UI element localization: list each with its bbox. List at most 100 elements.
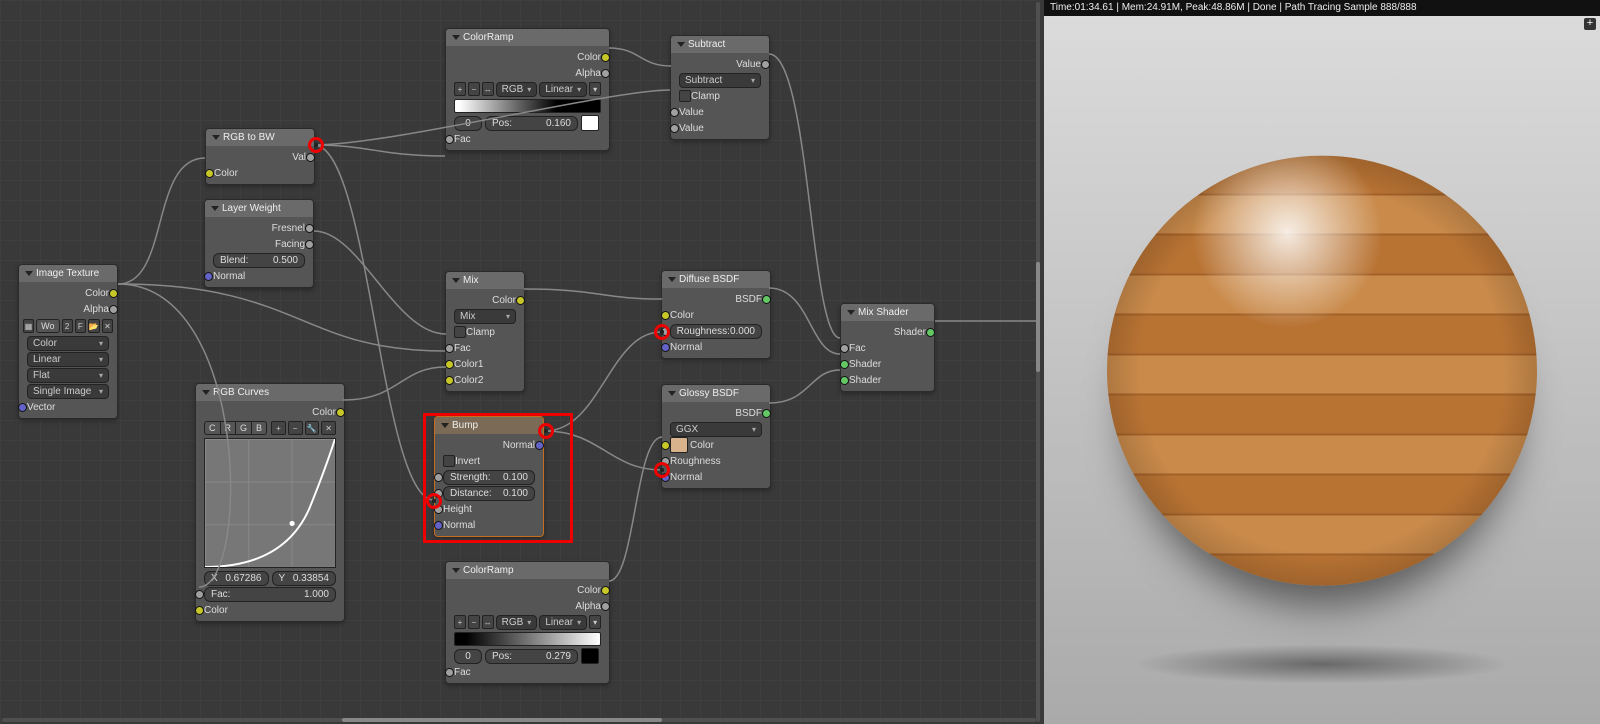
node-header[interactable]: Image Texture: [19, 265, 117, 282]
socket-in[interactable]: [670, 108, 679, 117]
source-dropdown[interactable]: Single Image: [27, 384, 109, 399]
tab-r[interactable]: R: [220, 421, 236, 435]
socket-in[interactable]: [445, 135, 454, 144]
node-header[interactable]: Mix: [446, 272, 524, 289]
socket-out[interactable]: [336, 408, 345, 417]
node-header[interactable]: RGB to BW: [206, 129, 314, 146]
flip-icon[interactable]: ↔: [482, 615, 494, 629]
socket-out[interactable]: [305, 224, 314, 233]
node-header[interactable]: ColorRamp: [446, 29, 609, 46]
node-rgb-curves[interactable]: RGB Curves Color C R G B + − 🔧 ✕ X0.6: [195, 383, 345, 622]
interp-dropdown[interactable]: Linear: [539, 615, 587, 630]
socket-in[interactable]: [195, 606, 204, 615]
socket-out[interactable]: [601, 586, 610, 595]
node-header[interactable]: RGB Curves: [196, 384, 344, 401]
roughness-field[interactable]: Roughness:0.000: [670, 324, 762, 339]
remove-stop-icon[interactable]: −: [468, 615, 480, 629]
socket-in[interactable]: [661, 311, 670, 320]
socket-out[interactable]: [109, 289, 118, 298]
blend-dropdown[interactable]: Mix: [454, 309, 516, 324]
curve-y-field[interactable]: Y0.33854: [272, 571, 337, 586]
socket-in[interactable]: [670, 124, 679, 133]
socket-in[interactable]: [205, 169, 214, 178]
unlink-icon[interactable]: ✕: [102, 319, 113, 333]
zoom-out-icon[interactable]: −: [288, 421, 303, 435]
expand-icon[interactable]: +: [1584, 18, 1596, 30]
socket-out[interactable]: [305, 240, 314, 249]
socket-in[interactable]: [840, 376, 849, 385]
socket-in[interactable]: [445, 344, 454, 353]
node-glossy-bsdf[interactable]: Glossy BSDF BSDF GGX Color Roughness Nor…: [661, 384, 771, 489]
stop-pos[interactable]: Pos:0.160: [485, 116, 578, 131]
node-color-ramp-1[interactable]: ColorRamp Color Alpha + − ↔ RGB Linear ▾…: [445, 28, 610, 151]
distribution-dropdown[interactable]: GGX: [670, 422, 762, 437]
mode-dropdown[interactable]: RGB: [496, 615, 538, 630]
socket-out[interactable]: [109, 305, 118, 314]
tools-icon[interactable]: 🔧: [305, 421, 320, 435]
scrollbar-vertical[interactable]: [1036, 2, 1040, 722]
node-editor-canvas[interactable]: Image Texture Color Alpha ▦ Wo 2 F 📂 ✕ C…: [0, 0, 1040, 724]
socket-out[interactable]: [306, 153, 315, 162]
socket-in[interactable]: [661, 441, 670, 450]
node-header[interactable]: Layer Weight: [205, 200, 313, 217]
zoom-in-icon[interactable]: +: [271, 421, 286, 435]
socket-out[interactable]: [601, 53, 610, 62]
socket-in[interactable]: [204, 272, 213, 281]
socket-out[interactable]: [516, 296, 525, 305]
projection-dropdown[interactable]: Flat: [27, 368, 109, 383]
socket-in[interactable]: [18, 403, 27, 412]
node-subtract[interactable]: Subtract Value Subtract Clamp Value Valu…: [670, 35, 770, 140]
color-swatch[interactable]: [670, 437, 688, 453]
node-header[interactable]: Subtract: [671, 36, 769, 53]
mode-dropdown[interactable]: RGB: [496, 82, 538, 97]
interp-dropdown[interactable]: Linear: [27, 352, 109, 367]
node-mix[interactable]: Mix Color Mix Clamp Fac Color1 Color2: [445, 271, 525, 392]
tab-g[interactable]: G: [235, 421, 251, 435]
image-icon[interactable]: ▦: [23, 319, 34, 333]
stop-index[interactable]: 0: [454, 116, 482, 131]
add-stop-icon[interactable]: +: [454, 615, 466, 629]
chevron-down-icon[interactable]: ▾: [589, 82, 601, 96]
node-mix-shader[interactable]: Mix Shader Shader Fac Shader Shader: [840, 303, 935, 392]
tab-b[interactable]: B: [251, 421, 267, 435]
curve-widget[interactable]: [204, 438, 336, 568]
node-header[interactable]: Diffuse BSDF: [662, 271, 770, 288]
node-image-texture[interactable]: Image Texture Color Alpha ▦ Wo 2 F 📂 ✕ C…: [18, 264, 118, 419]
add-stop-icon[interactable]: +: [454, 82, 466, 96]
fake-user[interactable]: F: [75, 319, 86, 333]
socket-out[interactable]: [761, 60, 770, 69]
user-count[interactable]: 2: [62, 319, 73, 333]
color-ramp-gradient[interactable]: [454, 632, 601, 646]
socket-out[interactable]: [762, 409, 771, 418]
clamp-checkbox[interactable]: [454, 326, 466, 338]
colorspace-dropdown[interactable]: Color: [27, 336, 109, 351]
remove-icon[interactable]: ✕: [321, 421, 336, 435]
node-layer-weight[interactable]: Layer Weight Fresnel Facing Blend:0.500 …: [204, 199, 314, 288]
interp-dropdown[interactable]: Linear: [539, 82, 587, 97]
image-datablock[interactable]: ▦ Wo 2 F 📂 ✕: [23, 319, 113, 333]
operation-dropdown[interactable]: Subtract: [679, 73, 761, 88]
socket-out[interactable]: [601, 602, 610, 611]
curve-x-field[interactable]: X0.67286: [204, 571, 269, 586]
stop-pos[interactable]: Pos:0.279: [485, 649, 578, 664]
node-header[interactable]: Mix Shader: [841, 304, 934, 321]
socket-in[interactable]: [840, 344, 849, 353]
node-color-ramp-2[interactable]: ColorRamp Color Alpha + − ↔ RGB Linear ▾…: [445, 561, 610, 684]
tab-c[interactable]: C: [204, 421, 220, 435]
open-icon[interactable]: 📂: [88, 319, 100, 333]
fac-field[interactable]: Fac:1.000: [204, 587, 336, 602]
socket-in[interactable]: [195, 590, 204, 599]
socket-in[interactable]: [445, 360, 454, 369]
curve-channel-tabs[interactable]: C R G B: [204, 421, 267, 435]
scrollbar-horizontal[interactable]: [2, 718, 1036, 722]
stop-color-swatch[interactable]: [581, 115, 599, 131]
socket-out[interactable]: [926, 328, 935, 337]
node-header[interactable]: ColorRamp: [446, 562, 609, 579]
image-name[interactable]: Wo: [36, 319, 59, 333]
stop-index[interactable]: 0: [454, 649, 482, 664]
socket-out[interactable]: [762, 295, 771, 304]
stop-color-swatch[interactable]: [581, 648, 599, 664]
socket-in[interactable]: [445, 376, 454, 385]
node-header[interactable]: Glossy BSDF: [662, 385, 770, 402]
socket-out[interactable]: [601, 69, 610, 78]
